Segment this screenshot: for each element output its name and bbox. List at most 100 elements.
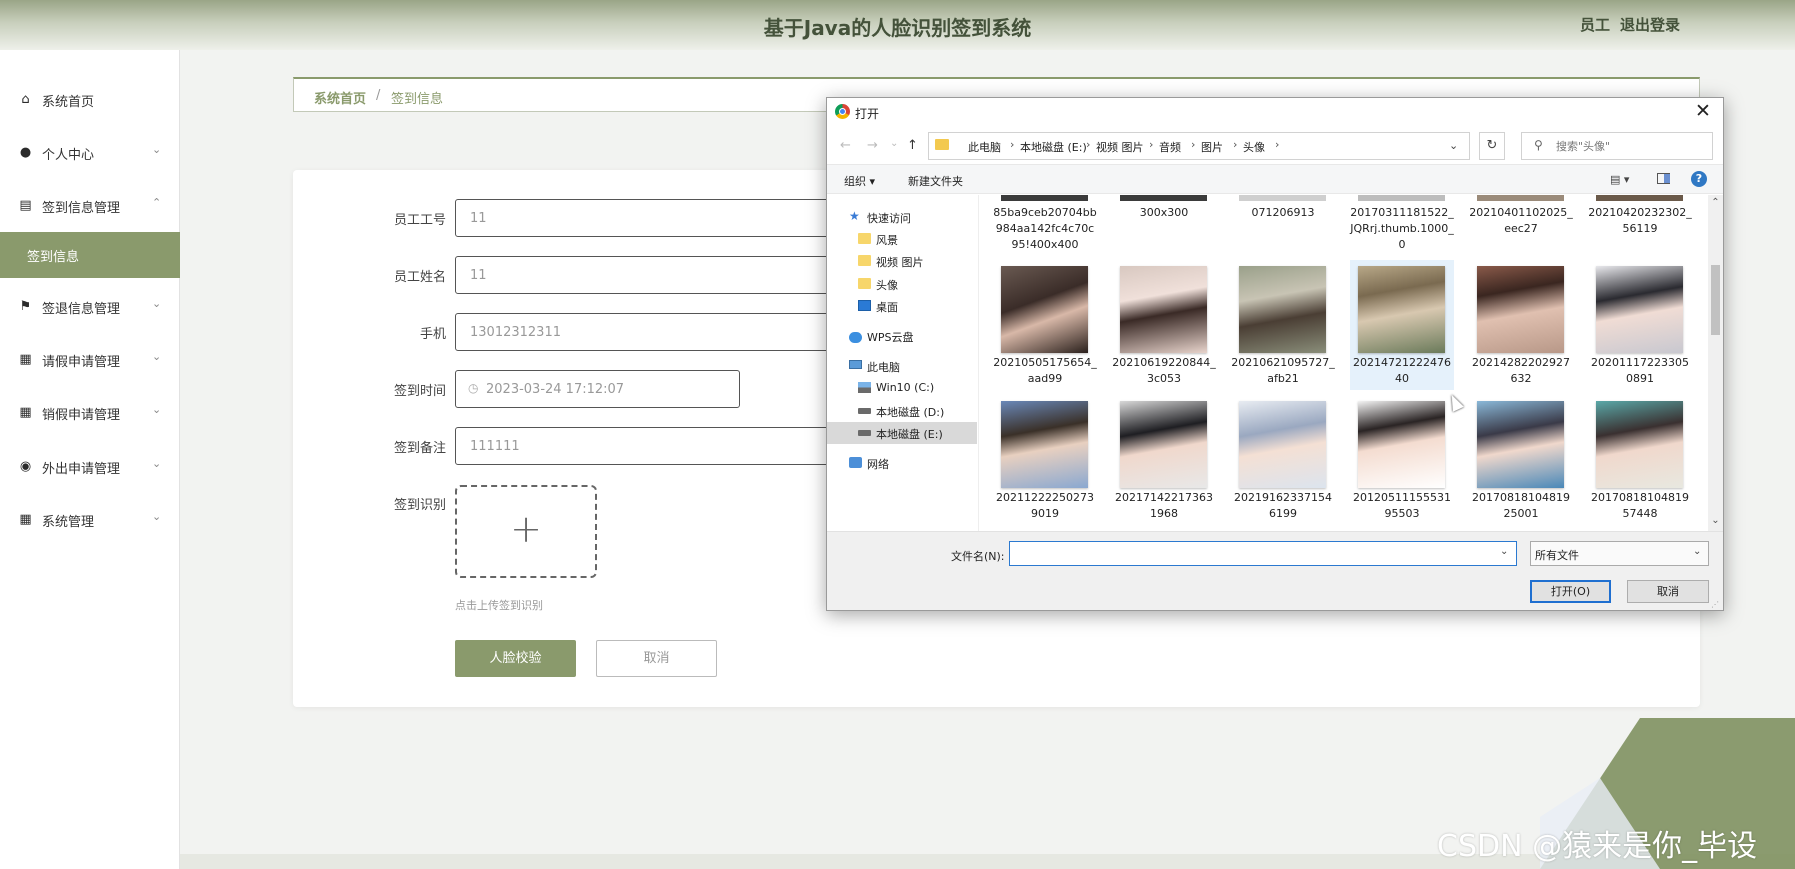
sidebar-item-checkin-info[interactable]: 签到信息 bbox=[0, 232, 180, 278]
phone-field[interactable]: 13012312311 bbox=[455, 313, 855, 351]
address-crumb[interactable]: 本地磁盘 (E:) bbox=[1020, 139, 1087, 155]
sidebar-item-checkout-management[interactable]: ⚑ 签退信息管理 ⌄ bbox=[0, 287, 180, 327]
employee-name-field[interactable]: 11 bbox=[455, 256, 855, 294]
phone-value: 13012312311 bbox=[470, 325, 561, 340]
back-arrow-icon[interactable]: ← bbox=[840, 138, 851, 153]
file-grid-scrollbar[interactable]: ⌃ ⌄ bbox=[1708, 195, 1723, 531]
file-item[interactable]: 20210505175654_aad99 bbox=[993, 260, 1097, 390]
file-item[interactable]: 2012051115553195503 bbox=[1350, 395, 1454, 525]
file-item[interactable]: 202191623371546199 bbox=[1231, 395, 1335, 525]
folder-icon bbox=[858, 278, 871, 289]
resize-grip-icon[interactable]: ⋰ bbox=[1711, 600, 1719, 609]
close-icon[interactable]: ✕ bbox=[1695, 100, 1711, 122]
chevron-right-icon[interactable]: › bbox=[1086, 138, 1090, 151]
sidebar-item-label: 签退信息管理 bbox=[42, 302, 121, 317]
tree-item-network[interactable]: 网络 bbox=[827, 452, 977, 474]
chevron-right-icon[interactable]: › bbox=[1275, 138, 1279, 151]
folder-icon bbox=[935, 139, 949, 150]
tree-item-drive-d[interactable]: 本地磁盘 (D:) bbox=[827, 400, 977, 422]
file-name: 20170311181522_JQRrj.thumb.1000_0 bbox=[1350, 206, 1454, 251]
file-item[interactable]: 202011172233050891 bbox=[1588, 260, 1692, 390]
file-item[interactable]: 2021472122247640 bbox=[1350, 260, 1454, 390]
file-item[interactable]: 071206913 bbox=[1231, 205, 1335, 265]
file-item[interactable]: 20210619220844_3c053 bbox=[1112, 260, 1216, 390]
tree-item-drive-e[interactable]: 本地磁盘 (E:) bbox=[827, 422, 977, 444]
address-crumb[interactable]: 头像 bbox=[1243, 139, 1265, 155]
file-item[interactable]: 202171422173631968 bbox=[1112, 395, 1216, 525]
open-button[interactable]: 打开(O) bbox=[1530, 580, 1611, 603]
breadcrumb-home-link[interactable]: 系统首页 bbox=[314, 88, 366, 107]
help-icon[interactable]: ? bbox=[1691, 171, 1707, 187]
file-item[interactable]: 300x300 bbox=[1112, 205, 1216, 265]
folder-icon bbox=[858, 233, 871, 244]
file-item[interactable]: 2017081810481925001 bbox=[1469, 395, 1573, 525]
image-thumbnail bbox=[1120, 266, 1207, 353]
sidebar-item-cancel-leave-management[interactable]: ▦ 销假申请管理 ⌄ bbox=[0, 393, 180, 433]
employee-name-value: 11 bbox=[470, 268, 487, 283]
checkin-note-field[interactable]: 111111 bbox=[455, 427, 855, 465]
image-thumbnail bbox=[1358, 266, 1445, 353]
address-crumb[interactable]: 视频 图片 bbox=[1096, 139, 1144, 155]
file-item[interactable]: 20170311181522_JQRrj.thumb.1000_0 bbox=[1350, 205, 1454, 265]
tree-item-video-pictures[interactable]: 视频 图片 bbox=[827, 250, 977, 272]
tree-item-quick-access[interactable]: ★ 快速访问 bbox=[827, 206, 977, 228]
file-item[interactable]: 20210420232302_56119 bbox=[1588, 205, 1692, 265]
file-item[interactable]: 85ba9ceb20704bb984aa142fc4c70c95!400x400 bbox=[993, 205, 1097, 265]
file-item[interactable]: 202112222502739019 bbox=[993, 395, 1097, 525]
address-crumb[interactable]: 此电脑 bbox=[968, 139, 1001, 155]
dialog-cancel-button[interactable]: 取消 bbox=[1627, 580, 1709, 603]
address-bar[interactable]: 此电脑 › 本地磁盘 (E:) › 视频 图片 › 音频 › 图片 › 头像 ›… bbox=[928, 132, 1470, 160]
preview-pane-icon[interactable] bbox=[1657, 173, 1670, 184]
new-folder-button[interactable]: 新建文件夹 bbox=[908, 173, 963, 189]
file-type-select[interactable]: 所有文件 ⌄ bbox=[1530, 541, 1709, 566]
chevron-right-icon[interactable]: › bbox=[1233, 138, 1237, 151]
chevron-right-icon[interactable]: › bbox=[1010, 138, 1014, 151]
file-item[interactable]: 2017081810481957448 bbox=[1588, 395, 1692, 525]
face-image-upload[interactable]: + bbox=[455, 485, 597, 578]
organize-menu[interactable]: 组织 ▾ bbox=[844, 173, 875, 189]
tree-item-desktop[interactable]: 桌面 bbox=[827, 295, 977, 317]
chevron-right-icon[interactable]: › bbox=[1191, 138, 1195, 151]
tree-item-scenery[interactable]: 风景 bbox=[827, 228, 977, 250]
refresh-icon[interactable]: ↻ bbox=[1479, 132, 1505, 160]
chevron-down-icon: ⌄ bbox=[152, 297, 162, 310]
forward-arrow-icon[interactable]: → bbox=[867, 138, 878, 153]
chevron-right-icon[interactable]: › bbox=[1149, 138, 1153, 151]
sidebar-item-profile[interactable]: ● 个人中心 ⌄ bbox=[0, 133, 180, 173]
sidebar-item-system-management[interactable]: ▦ 系统管理 ⌄ bbox=[0, 500, 180, 540]
tree-item-wps-cloud[interactable]: WPS云盘 bbox=[827, 325, 977, 347]
face-verify-button[interactable]: 人脸校验 bbox=[455, 640, 576, 677]
search-input[interactable] bbox=[1556, 137, 1706, 155]
tree-item-drive-c[interactable]: Win10 (C:) bbox=[827, 377, 977, 399]
chevron-down-icon[interactable]: ⌄ bbox=[1500, 546, 1508, 557]
scroll-up-icon[interactable]: ⌃ bbox=[1708, 197, 1723, 208]
tree-item-this-pc[interactable]: 此电脑 bbox=[827, 355, 977, 377]
sidebar-item-leave-management[interactable]: ▦ 请假申请管理 ⌄ bbox=[0, 340, 180, 380]
filename-input[interactable]: ⌄ bbox=[1009, 541, 1517, 566]
file-name: 202171422173631968 bbox=[1115, 491, 1213, 520]
employee-id-field[interactable]: 11 bbox=[455, 199, 855, 237]
search-box[interactable]: ⚲ bbox=[1521, 132, 1713, 160]
file-item[interactable]: 20214282202927632 bbox=[1469, 260, 1573, 390]
home-icon: ⌂ bbox=[21, 92, 30, 107]
tree-item-label: 本地磁盘 (E:) bbox=[876, 428, 943, 441]
recent-locations-icon[interactable]: ⌄ bbox=[890, 138, 898, 149]
up-arrow-icon[interactable]: ↑ bbox=[907, 138, 918, 153]
logout-link[interactable]: 退出登录 bbox=[1620, 14, 1680, 35]
user-role: 员工 bbox=[1580, 16, 1611, 34]
location-icon: ◉ bbox=[19, 459, 32, 474]
cancel-button[interactable]: 取消 bbox=[596, 640, 717, 677]
sidebar-item-outing-management[interactable]: ◉ 外出申请管理 ⌄ bbox=[0, 447, 180, 487]
view-options-icon[interactable]: ▤ ▾ bbox=[1610, 173, 1629, 186]
address-crumb[interactable]: 图片 bbox=[1201, 139, 1223, 155]
tree-item-avatar[interactable]: 头像 bbox=[827, 273, 977, 295]
chevron-down-icon[interactable]: ⌄ bbox=[1449, 139, 1458, 152]
sidebar-item-home[interactable]: ⌂ 系统首页 bbox=[0, 80, 180, 120]
address-crumb[interactable]: 音频 bbox=[1159, 139, 1181, 155]
checkin-time-picker[interactable]: ◷ 2023-03-24 17:12:07 bbox=[455, 370, 740, 408]
scroll-down-icon[interactable]: ⌄ bbox=[1708, 515, 1723, 526]
sidebar-item-checkin-management[interactable]: ▤ 签到信息管理 ⌃ bbox=[0, 186, 180, 226]
file-item[interactable]: 20210621095727_afb21 bbox=[1231, 260, 1335, 390]
scrollbar-thumb[interactable] bbox=[1711, 265, 1720, 335]
file-item[interactable]: 20210401102025_eec27 bbox=[1469, 205, 1573, 265]
